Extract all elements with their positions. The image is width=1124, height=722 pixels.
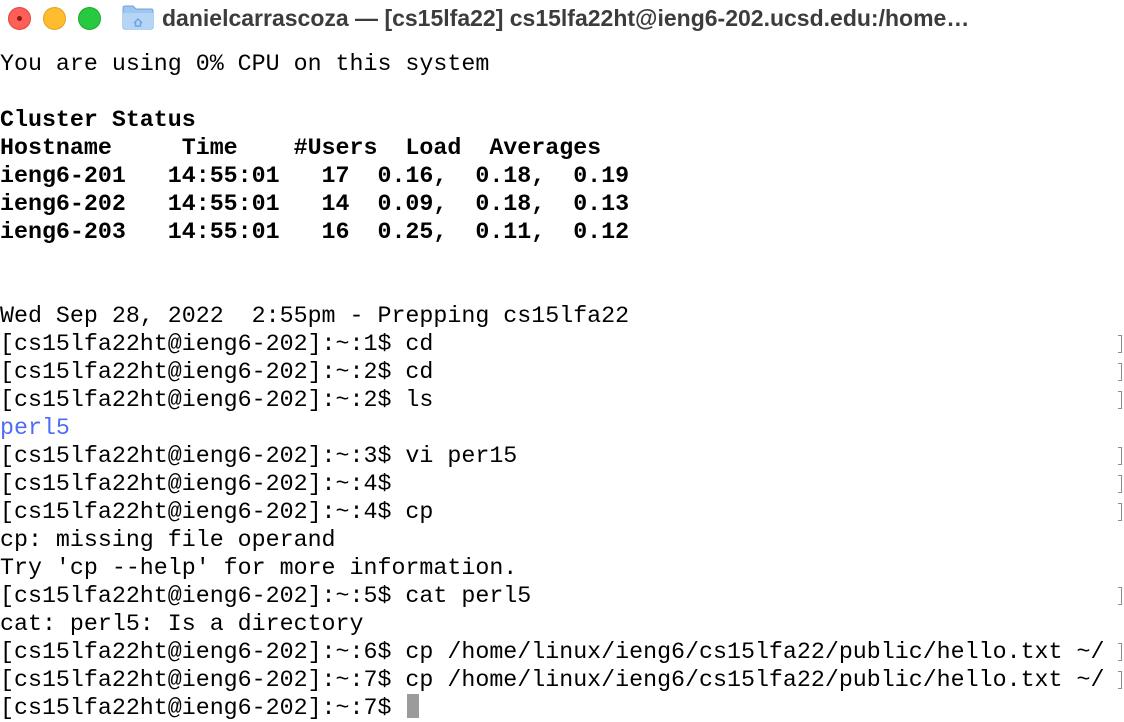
terminal-line: [cs15lfa22ht@ieng6-202]:~:7$ cp /home/li… <box>0 667 1105 693</box>
terminal-line: Try 'cp --help' for more information. <box>0 555 518 581</box>
terminal-window: danielcarrascoza — [cs15lfa22] cs15lfa22… <box>0 0 1124 722</box>
line-marker <box>1118 587 1122 605</box>
line-marker <box>1118 447 1122 465</box>
line-marker <box>1118 643 1122 661</box>
terminal-line: [cs15lfa22ht@ieng6-202]:~:6$ cp /home/li… <box>0 639 1105 665</box>
terminal-line: Cluster Status <box>0 107 196 133</box>
terminal-line: Hostname Time #Users Load Averages <box>0 135 602 161</box>
terminal-prompt: [cs15lfa22ht@ieng6-202]:~:7$ <box>0 695 406 721</box>
terminal-line: You are using 0% CPU on this system <box>0 51 490 77</box>
terminal-prompt-line[interactable]: [cs15lfa22ht@ieng6-202]:~:7$ <box>0 694 420 722</box>
terminal-line: cp: missing file operand <box>0 527 336 553</box>
terminal-output[interactable]: You are using 0% CPU on this system Clus… <box>0 50 1124 722</box>
minimize-button[interactable] <box>43 7 66 30</box>
title-bar[interactable]: danielcarrascoza — [cs15lfa22] cs15lfa22… <box>0 0 1124 36</box>
terminal-line: [cs15lfa22ht@ieng6-202]:~:1$ cd <box>0 331 434 357</box>
terminal-line: [cs15lfa22ht@ieng6-202]:~:2$ ls <box>0 387 434 413</box>
folder-icon <box>122 5 154 30</box>
line-marker <box>1118 503 1122 521</box>
line-marker <box>1118 475 1122 493</box>
terminal-line: [cs15lfa22ht@ieng6-202]:~:3$ vi per15 <box>0 443 518 469</box>
terminal-line: ieng6-201 14:55:01 17 0.16, 0.18, 0.19 <box>0 163 630 189</box>
line-marker <box>1118 363 1122 381</box>
terminal-line: ieng6-202 14:55:01 14 0.09, 0.18, 0.13 <box>0 191 630 217</box>
terminal-line: Wed Sep 28, 2022 2:55pm - Prepping cs15l… <box>0 303 630 329</box>
window-title: danielcarrascoza — [cs15lfa22] cs15lfa22… <box>162 5 970 31</box>
terminal-line: [cs15lfa22ht@ieng6-202]:~:4$ cp <box>0 499 434 525</box>
close-button[interactable] <box>8 7 31 30</box>
line-marker <box>1118 671 1122 689</box>
terminal-line: [cs15lfa22ht@ieng6-202]:~:4$ <box>0 471 392 497</box>
text-cursor <box>407 694 420 718</box>
maximize-button[interactable] <box>78 7 101 30</box>
terminal-line: [cs15lfa22ht@ieng6-202]:~:5$ cat perl5 <box>0 583 532 609</box>
terminal-line: cat: perl5: Is a directory <box>0 611 364 637</box>
terminal-line: ieng6-203 14:55:01 16 0.25, 0.11, 0.12 <box>0 219 630 245</box>
terminal-line: [cs15lfa22ht@ieng6-202]:~:2$ cd <box>0 359 434 385</box>
line-marker <box>1118 335 1122 353</box>
line-marker <box>1118 391 1122 409</box>
window-controls <box>8 7 113 30</box>
directory-link[interactable]: perl5 <box>0 414 70 442</box>
